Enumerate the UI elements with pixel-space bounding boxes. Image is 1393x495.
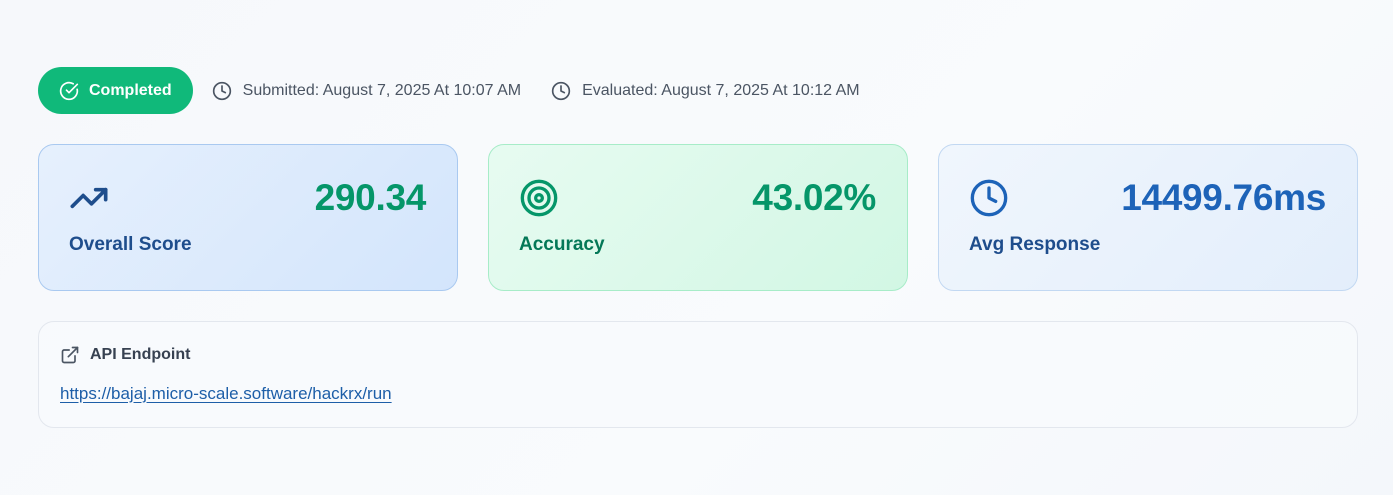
overall-score-card: 290.34 Overall Score <box>38 144 458 291</box>
status-label: Completed <box>89 81 172 99</box>
accuracy-card: 43.02% Accuracy <box>488 144 908 291</box>
submitted-time: Submitted: August 7, 2025 At 10:07 AM <box>212 81 521 101</box>
clock-icon <box>212 81 232 101</box>
status-row: Completed Submitted: August 7, 2025 At 1… <box>38 67 1358 114</box>
evaluated-text: Evaluated: August 7, 2025 At 10:12 AM <box>582 81 860 99</box>
clock-icon <box>551 81 571 101</box>
avg-response-card: 14499.76ms Avg Response <box>938 144 1358 291</box>
avg-response-value: 14499.76ms <box>1121 177 1326 218</box>
status-badge: Completed <box>38 67 193 114</box>
clock-icon <box>969 178 1009 218</box>
overall-score-value: 290.34 <box>314 177 427 218</box>
accuracy-value: 43.02% <box>752 177 876 218</box>
check-circle-icon <box>59 81 79 101</box>
api-endpoint-link[interactable]: https://bajaj.micro-scale.software/hackr… <box>60 384 392 404</box>
metric-cards: 290.34 Overall Score 43.02% Accuracy 144… <box>38 144 1358 291</box>
trending-up-icon <box>69 178 109 218</box>
api-endpoint-panel: API Endpoint https://bajaj.micro-scale.s… <box>38 321 1358 428</box>
evaluation-summary: Completed Submitted: August 7, 2025 At 1… <box>38 67 1358 428</box>
external-link-icon <box>60 345 80 365</box>
target-icon <box>519 178 559 218</box>
api-endpoint-title: API Endpoint <box>90 346 191 363</box>
evaluated-time: Evaluated: August 7, 2025 At 10:12 AM <box>551 81 860 101</box>
submitted-text: Submitted: August 7, 2025 At 10:07 AM <box>242 81 522 99</box>
overall-score-label: Overall Score <box>69 234 192 255</box>
api-endpoint-header: API Endpoint <box>60 345 1336 365</box>
accuracy-label: Accuracy <box>519 234 605 255</box>
avg-response-label: Avg Response <box>969 234 1101 255</box>
